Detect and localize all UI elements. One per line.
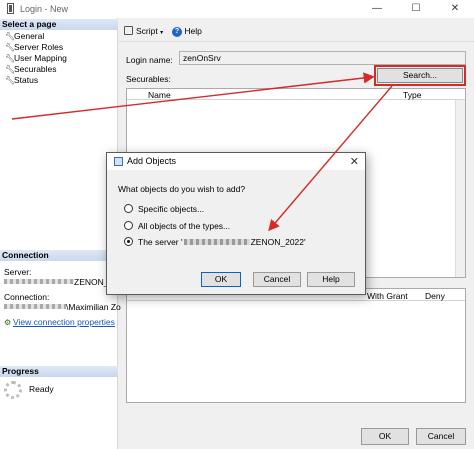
ok-button[interactable]: OK [361,428,409,445]
dialog-title-bar: Add Objects ✕ [107,153,365,170]
column-name[interactable]: Name [148,90,171,100]
radio-button-icon[interactable] [124,221,133,230]
permissions-grid[interactable]: With Grant Deny [126,288,466,403]
toolbar: Script ▾ ? Help [119,18,474,42]
login-name-label: Login name: [126,55,173,65]
wrench-icon: 🔧︎ [5,65,16,74]
radio-all-objects-of-types[interactable]: All objects of the types... [124,220,230,232]
script-button[interactable]: Script ▾ [124,25,163,37]
maximize-button[interactable]: ☐ [397,0,435,18]
minimize-button[interactable]: — [358,0,396,18]
redacted-connection [4,304,66,309]
sidebar-item-status[interactable]: 🔧︎Status [5,75,38,86]
wrench-icon: 🔧︎ [5,54,16,63]
dialog-question: What objects do you wish to add? [118,184,246,194]
server-value: ZENON_2 [4,277,113,288]
window-title: Login - New [20,4,69,14]
close-button[interactable]: ✕ [436,0,474,18]
wrench-icon: 🔧︎ [5,76,16,85]
dialog-close-icon[interactable]: ✕ [350,155,359,168]
redacted-server-name [183,239,250,245]
radio-button-selected-icon[interactable] [124,237,133,246]
sidebar: Select a page 🔧︎General 🔧︎Server Roles 🔧… [0,18,121,449]
script-icon [124,26,133,35]
sidebar-item-server-roles[interactable]: 🔧︎Server Roles [5,42,63,53]
column-type[interactable]: Type [403,90,421,100]
view-connection-properties[interactable]: ⚙ View connection properties [4,317,115,328]
sidebar-item-label: Securables [14,64,57,74]
chevron-down-icon: ▾ [160,30,164,36]
securables-grid-header: Name Type [127,89,465,100]
add-objects-icon [114,157,123,166]
wrench-icon: 🔧︎ [5,43,16,52]
sidebar-item-label: Server Roles [14,42,64,52]
sidebar-item-label: General [14,31,45,41]
wrench-icon: 🔧︎ [5,32,16,41]
help-button[interactable]: ? Help [172,25,202,37]
cancel-button[interactable]: Cancel [416,428,466,445]
radio-specific-objects[interactable]: Specific objects... [124,203,204,215]
dialog-cancel-button[interactable]: Cancel [253,272,301,287]
connection-properties-icon: ⚙ [4,318,12,327]
connection-value: \Maximilian Zo [4,302,121,313]
dialog-ok-button[interactable]: OK [201,272,241,287]
add-objects-dialog: Add Objects ✕ What objects do you wish t… [106,152,366,295]
title-bar: Login - New — ☐ ✕ [0,0,474,18]
login-name-field[interactable]: zenOnSrv [179,51,466,65]
redacted-server [4,279,74,284]
dialog-help-button[interactable]: Help [307,272,355,287]
radio-button-icon[interactable] [124,204,133,213]
vertical-scrollbar[interactable] [455,100,465,277]
sidebar-item-general[interactable]: 🔧︎General [5,31,44,42]
progress-status: Ready [4,381,54,399]
sidebar-item-label: Status [14,75,39,85]
app-icon [7,3,14,14]
radio-the-server[interactable]: The server ' ZENON_2022' [124,236,306,248]
securables-label: Securables: [126,74,171,84]
progress-header: Progress [0,366,118,377]
column-with-grant[interactable]: With Grant [367,291,408,301]
dialog-title: Add Objects [127,156,177,166]
connection-header: Connection [0,250,118,261]
sidebar-item-securables[interactable]: 🔧︎Securables [5,64,57,75]
select-page-header: Select a page [0,19,118,30]
search-button[interactable]: Search... [374,65,466,86]
help-icon: ? [172,26,182,37]
sidebar-item-user-mapping[interactable]: 🔧︎User Mapping [5,53,67,64]
progress-spinner-icon [4,381,22,399]
sidebar-item-label: User Mapping [14,53,67,63]
column-deny[interactable]: Deny [425,291,445,301]
